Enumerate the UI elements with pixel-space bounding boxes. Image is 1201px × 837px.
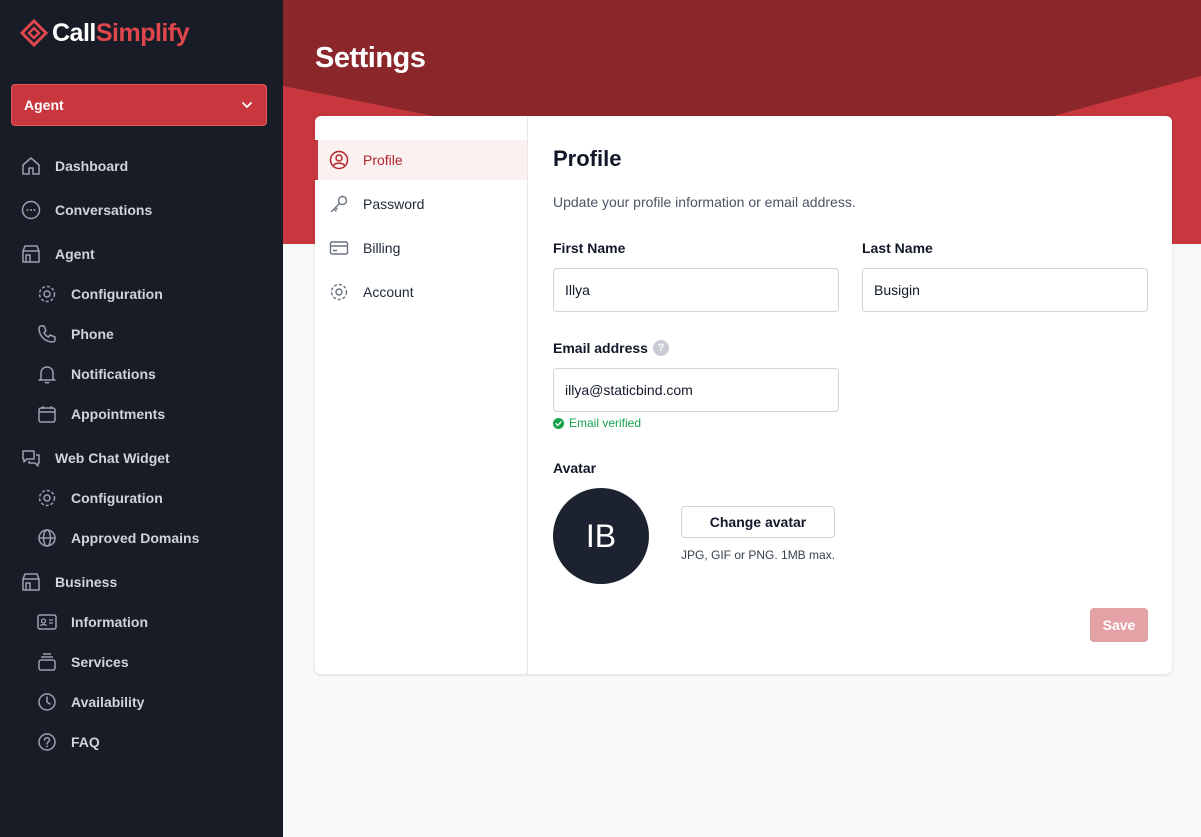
- sidebar-item-label: Business: [55, 574, 118, 590]
- brand-name: CallSimplify: [52, 18, 190, 47]
- sidebar-item-notifications[interactable]: Notifications: [36, 362, 156, 386]
- agent-select[interactable]: Agent: [11, 84, 267, 126]
- sidebar-item-information[interactable]: Information: [36, 610, 148, 634]
- settings-nav-label: Billing: [363, 240, 401, 256]
- globe-icon: [36, 527, 58, 549]
- settings-nav-billing[interactable]: Billing: [315, 228, 527, 268]
- storefront-icon: [20, 243, 42, 265]
- sidebar-item-label: Agent: [55, 246, 95, 262]
- sidebar-item-label: Services: [71, 654, 129, 670]
- email-verified-text: Email verified: [569, 416, 642, 430]
- settings-nav-profile[interactable]: Profile: [315, 140, 527, 180]
- sidebar-item-phone[interactable]: Phone: [36, 322, 114, 346]
- sidebar-item-faq[interactable]: FAQ: [36, 730, 100, 754]
- storefront-icon: [20, 571, 42, 593]
- sidebar-item-label: Configuration: [71, 286, 163, 302]
- question-circle-icon: [36, 731, 58, 753]
- settings-nav-password[interactable]: Password: [315, 184, 527, 224]
- avatar-label: Avatar: [553, 460, 597, 476]
- stack-icon: [36, 651, 58, 673]
- page-title: Settings: [315, 42, 426, 74]
- agent-select-value: Agent: [24, 97, 64, 113]
- sidebar: CallSimplify Agent Dashboard Conversatio…: [0, 0, 283, 837]
- bell-icon: [36, 363, 58, 385]
- home-icon: [20, 155, 42, 177]
- calendar-icon: [36, 403, 58, 425]
- sidebar-item-agent-configuration[interactable]: Configuration: [36, 282, 163, 306]
- gear-icon: [36, 283, 58, 305]
- credit-card-icon: [329, 238, 349, 258]
- sidebar-item-label: Phone: [71, 326, 114, 342]
- settings-card: Profile Password Billing Account Profile…: [315, 116, 1172, 674]
- user-circle-icon: [329, 150, 349, 170]
- sidebar-item-appointments[interactable]: Appointments: [36, 402, 165, 426]
- last-name-field[interactable]: [862, 268, 1148, 312]
- clock-icon: [36, 691, 58, 713]
- avatar: IB: [553, 488, 649, 584]
- sidebar-item-label: Information: [71, 614, 148, 630]
- email-label: Email address: [553, 340, 648, 356]
- key-icon: [329, 194, 349, 214]
- sidebar-item-business[interactable]: Business: [20, 570, 117, 594]
- sidebar-item-label: Notifications: [71, 366, 156, 382]
- settings-nav: Profile Password Billing Account: [315, 116, 528, 674]
- profile-description: Update your profile information or email…: [553, 194, 856, 210]
- settings-nav-label: Password: [363, 196, 425, 212]
- sidebar-item-label: Conversations: [55, 202, 153, 218]
- sidebar-item-label: Dashboard: [55, 158, 129, 174]
- sidebar-item-approved-domains[interactable]: Approved Domains: [36, 526, 199, 550]
- settings-nav-label: Account: [363, 284, 414, 300]
- id-card-icon: [36, 611, 58, 633]
- settings-nav-label: Profile: [363, 152, 403, 168]
- gear-icon: [36, 487, 58, 509]
- email-field[interactable]: [553, 368, 839, 412]
- last-name-label: Last Name: [862, 240, 933, 256]
- sidebar-item-services[interactable]: Services: [36, 650, 129, 674]
- sidebar-item-label: FAQ: [71, 734, 100, 750]
- avatar-hint: JPG, GIF or PNG. 1MB max.: [681, 548, 836, 562]
- check-circle-icon: [553, 417, 564, 429]
- first-name-label: First Name: [553, 240, 626, 256]
- sidebar-item-label: Web Chat Widget: [55, 450, 170, 466]
- change-avatar-button[interactable]: Change avatar: [681, 506, 835, 538]
- sidebar-item-widget-configuration[interactable]: Configuration: [36, 486, 163, 510]
- chat-bubble-icon: [20, 199, 42, 221]
- sidebar-item-agent[interactable]: Agent: [20, 242, 95, 266]
- sidebar-item-conversations[interactable]: Conversations: [20, 198, 152, 222]
- cog-icon: [329, 282, 349, 302]
- sidebar-item-label: Appointments: [71, 406, 166, 422]
- sidebar-item-dashboard[interactable]: Dashboard: [20, 154, 128, 178]
- brand-logo[interactable]: CallSimplify: [20, 18, 190, 48]
- phone-icon: [36, 323, 58, 345]
- save-button[interactable]: Save: [1090, 608, 1148, 642]
- chevron-down-icon: [242, 102, 252, 109]
- sidebar-item-label: Configuration: [71, 490, 163, 506]
- help-icon[interactable]: ?: [653, 340, 669, 356]
- settings-nav-account[interactable]: Account: [315, 272, 527, 312]
- chat-bubbles-icon: [20, 447, 42, 469]
- first-name-field[interactable]: [553, 268, 839, 312]
- logo-icon: [20, 19, 48, 47]
- email-verified-status: Email verified: [553, 416, 641, 430]
- sidebar-item-label: Availability: [71, 694, 145, 710]
- sidebar-item-label: Approved Domains: [71, 530, 200, 546]
- profile-heading: Profile: [553, 146, 622, 171]
- sidebar-item-web-chat-widget[interactable]: Web Chat Widget: [20, 446, 170, 470]
- sidebar-item-availability[interactable]: Availability: [36, 690, 144, 714]
